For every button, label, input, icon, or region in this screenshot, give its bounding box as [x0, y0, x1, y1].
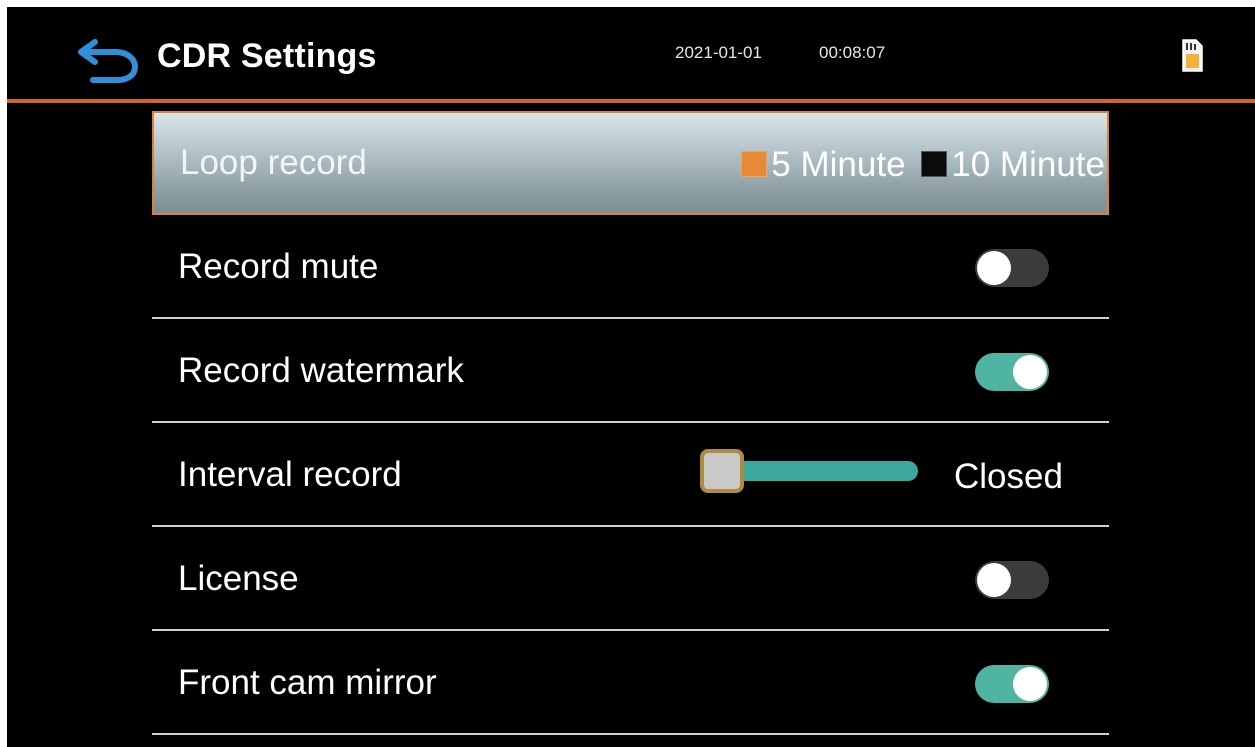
setting-row-loop-record[interactable]: Loop record 5 Minute 10 Minute: [152, 111, 1109, 215]
setting-row-record-mute: Record mute: [152, 215, 1109, 319]
status-date: 2021-01-01: [675, 43, 762, 62]
sd-card-icon: [1182, 39, 1203, 72]
record-watermark-toggle[interactable]: [975, 353, 1049, 391]
record-mute-toggle[interactable]: [975, 249, 1049, 287]
setting-label: Record watermark: [178, 351, 464, 390]
toggle-knob: [977, 251, 1011, 285]
header-divider: [7, 99, 1255, 103]
setting-row-interval-record: Interval record Closed: [152, 423, 1109, 527]
page-title: CDR Settings: [157, 37, 377, 75]
interval-value: Closed: [954, 457, 1063, 496]
back-arrow-icon: [78, 39, 139, 83]
cdr-settings-screen: CDR Settings 2021-01-01 00:08:07 Loop re…: [7, 7, 1255, 747]
settings-list: Loop record 5 Minute 10 Minute Record mu…: [152, 111, 1109, 735]
license-toggle[interactable]: [975, 561, 1049, 599]
option-label: 10 Minute: [951, 145, 1105, 184]
status-time: 00:08:07: [819, 43, 886, 62]
back-button[interactable]: [77, 32, 139, 84]
front-cam-mirror-toggle[interactable]: [975, 665, 1049, 703]
setting-label: Loop record: [180, 143, 367, 182]
toggle-knob: [977, 563, 1011, 597]
option-5-minute[interactable]: 5 Minute: [741, 145, 906, 185]
toggle-knob: [1013, 355, 1047, 389]
header-bar: CDR Settings 2021-01-01 00:08:07: [7, 7, 1255, 99]
setting-row-record-watermark: Record watermark: [152, 319, 1109, 423]
radio-unselected-icon: [921, 150, 948, 177]
setting-row-front-cam-mirror: Front cam mirror: [152, 631, 1109, 735]
radio-selected-icon: [741, 150, 768, 177]
option-10-minute[interactable]: 10 Minute: [921, 145, 1105, 185]
setting-label: Front cam mirror: [178, 663, 437, 702]
setting-label: License: [178, 559, 299, 598]
interval-slider-thumb[interactable]: [700, 449, 744, 493]
setting-label: Interval record: [178, 455, 402, 494]
setting-label: Record mute: [178, 247, 379, 286]
loop-duration-options: 5 Minute 10 Minute: [741, 145, 1105, 185]
option-label: 5 Minute: [771, 145, 906, 184]
toggle-knob: [1013, 667, 1047, 701]
setting-row-license: License: [152, 527, 1109, 631]
